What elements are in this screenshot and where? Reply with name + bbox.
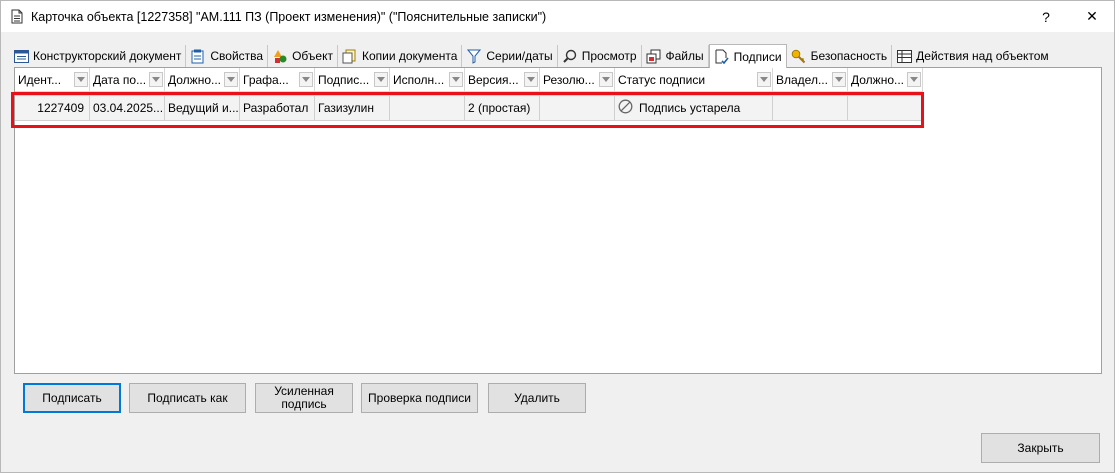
table-cell[interactable] (848, 95, 923, 121)
sign-button[interactable]: Подписать (23, 383, 121, 413)
column-header-label: Идент... (18, 72, 62, 87)
table-header: Идент... Дата по... Должно... Графа... П… (15, 68, 923, 92)
tab-label: Просмотр (581, 49, 637, 63)
table-cell[interactable]: Ведущий и... (165, 95, 240, 121)
chevron-down-icon[interactable] (907, 72, 921, 87)
chevron-down-icon[interactable] (299, 72, 313, 87)
signature-icon (714, 49, 730, 65)
column-header[interactable]: Резолю... (540, 68, 615, 92)
column-header[interactable]: Должно... (165, 68, 240, 92)
column-header-label: Дата по... (93, 72, 147, 87)
key-icon (791, 48, 807, 64)
tab-label: Подписи (733, 49, 782, 64)
shapes-icon (272, 48, 288, 64)
table-cell[interactable] (390, 95, 465, 121)
tab-label: Объект (292, 49, 333, 63)
tab-label: Безопасность (810, 49, 888, 63)
column-header[interactable]: Подпис... (315, 68, 390, 92)
tab-strip: Конструкторский документ Свойства Объект… (9, 43, 1053, 68)
tab-label: Серии/даты (486, 49, 553, 63)
tab-label: Копии документа (361, 49, 458, 63)
sign-as-button[interactable]: Подписать как (129, 383, 246, 413)
signatures-panel: Идент... Дата по... Должно... Графа... П… (11, 67, 1102, 374)
column-header-label: Должно... (851, 72, 905, 87)
properties-icon (190, 48, 206, 64)
chevron-down-icon[interactable] (832, 72, 846, 87)
title-bar: Карточка объекта [1227358] "АМ.111 ПЗ (П… (1, 1, 1114, 32)
tab-security[interactable]: Безопасность (787, 45, 893, 67)
table-cell[interactable] (540, 95, 615, 121)
tab-object-actions[interactable]: Действия над объектом (892, 45, 1053, 67)
filter-icon (466, 48, 482, 64)
verify-signature-button[interactable]: Проверка подписи (361, 383, 478, 413)
magnifier-icon (562, 48, 578, 64)
chevron-down-icon[interactable] (224, 72, 238, 87)
column-header-label: Должно... (168, 72, 222, 87)
column-header-label: Резолю... (543, 72, 595, 87)
chevron-down-icon[interactable] (599, 72, 613, 87)
table-cell[interactable]: Газизулин (315, 95, 390, 121)
column-header[interactable]: Исполн... (390, 68, 465, 92)
table-cell[interactable] (773, 95, 848, 121)
close-button[interactable]: Закрыть (981, 433, 1100, 463)
tab-label: Файлы (665, 49, 704, 63)
object-card-window: Карточка объекта [1227358] "АМ.111 ПЗ (П… (0, 0, 1115, 473)
prohibited-icon (618, 99, 633, 113)
delete-button[interactable]: Удалить (488, 383, 586, 413)
tab-series-dates[interactable]: Серии/даты (462, 45, 558, 67)
tab-label: Действия над объектом (916, 49, 1049, 63)
column-header-label: Статус подписи (618, 72, 706, 87)
status-cell[interactable]: Подпись устарела (615, 95, 773, 121)
column-header[interactable]: Графа... (240, 68, 315, 92)
tab-label: Свойства (210, 49, 264, 63)
table-row[interactable]: 1227409 03.04.2025... Ведущий и... Разра… (15, 95, 923, 121)
chevron-down-icon[interactable] (149, 72, 163, 87)
tab-signatures[interactable]: Подписи (708, 44, 787, 68)
column-header-label: Графа... (243, 72, 289, 87)
tab-preview[interactable]: Просмотр (558, 45, 642, 67)
tab-label: Конструкторский документ (33, 49, 182, 63)
table-cell[interactable]: 1227409 (15, 95, 90, 121)
document-list-icon (13, 48, 29, 64)
column-header[interactable]: Статус подписи (615, 68, 773, 92)
tab-design-document[interactable]: Конструкторский документ (9, 45, 187, 67)
tab-document-copies[interactable]: Копии документа (338, 45, 463, 67)
copies-icon (342, 48, 358, 64)
enhanced-signature-button[interactable]: Усиленная подпись (255, 383, 353, 413)
chevron-down-icon[interactable] (374, 72, 388, 87)
tab-properties[interactable]: Свойства (186, 45, 269, 67)
chevron-down-icon[interactable] (757, 72, 771, 87)
column-header[interactable]: Владел... (773, 68, 848, 92)
files-icon (646, 48, 662, 64)
column-header-label: Подпис... (318, 72, 370, 87)
table-cell[interactable]: Разработал (240, 95, 315, 121)
column-header[interactable]: Идент... (15, 68, 90, 92)
column-header-label: Владел... (776, 72, 828, 87)
column-header[interactable]: Дата по... (90, 68, 165, 92)
signature-status: Подпись устарела (639, 101, 741, 115)
table-cell[interactable]: 03.04.2025... (90, 95, 165, 121)
chevron-down-icon[interactable] (449, 72, 463, 87)
column-header-label: Исполн... (393, 72, 445, 87)
help-button[interactable]: ? (1023, 1, 1069, 32)
tab-files[interactable]: Файлы (642, 45, 709, 67)
document-icon (9, 9, 25, 25)
table-cell[interactable]: 2 (простая) (465, 95, 540, 121)
table-icon (896, 48, 912, 64)
column-header-label: Версия... (468, 72, 519, 87)
column-header[interactable]: Версия... (465, 68, 540, 92)
tab-object[interactable]: Объект (268, 45, 338, 67)
close-window-button[interactable]: ✕ (1069, 1, 1115, 32)
chevron-down-icon[interactable] (524, 72, 538, 87)
chevron-down-icon[interactable] (74, 72, 88, 87)
column-header[interactable]: Должно... (848, 68, 923, 92)
window-title: Карточка объекта [1227358] "АМ.111 ПЗ (П… (31, 9, 547, 24)
